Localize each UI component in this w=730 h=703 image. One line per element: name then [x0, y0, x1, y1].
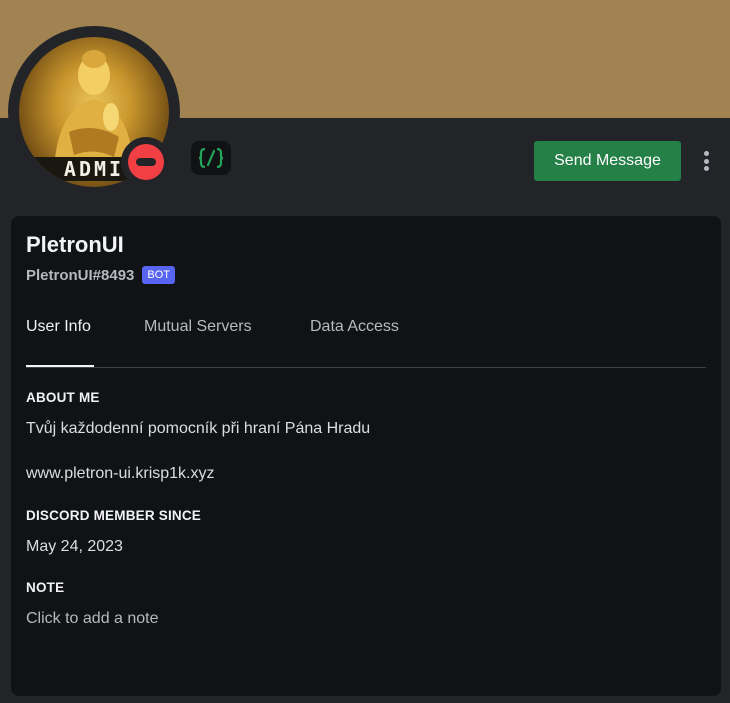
code-badge-glyph [198, 147, 224, 169]
more-options-icon[interactable] [696, 148, 716, 174]
dot-icon [703, 158, 709, 164]
tab-user-info[interactable]: User Info [26, 318, 94, 367]
dot-icon [703, 151, 709, 156]
profile-tabs: User Info Mutual Servers Data Access [26, 318, 706, 368]
member-since-heading: DISCORD MEMBER SINCE [26, 508, 202, 523]
note-input[interactable]: Click to add a note [26, 610, 159, 628]
user-tag-row: PletronUI#8493 BOT [26, 266, 176, 284]
display-name: PletronUI [26, 232, 124, 257]
active-developer-icon[interactable] [191, 141, 231, 175]
send-message-button[interactable]: Send Message [534, 141, 681, 181]
about-me-link[interactable]: www.pletron-ui.krisp1k.xyz [26, 465, 215, 483]
tab-data-access[interactable]: Data Access [310, 318, 399, 367]
user-tag: PletronUI#8493 [26, 266, 135, 284]
note-heading: NOTE [26, 580, 65, 595]
bot-badge: BOT [142, 266, 176, 284]
about-me-heading: ABOUT ME [26, 390, 100, 405]
member-since-date: May 24, 2023 [26, 538, 123, 555]
dot-icon [703, 166, 709, 171]
tab-mutual-servers[interactable]: Mutual Servers [144, 318, 252, 367]
status-dnd-icon [128, 144, 164, 180]
about-me-text: Tvůj každodenní pomocník při hraní Pána … [26, 420, 371, 437]
